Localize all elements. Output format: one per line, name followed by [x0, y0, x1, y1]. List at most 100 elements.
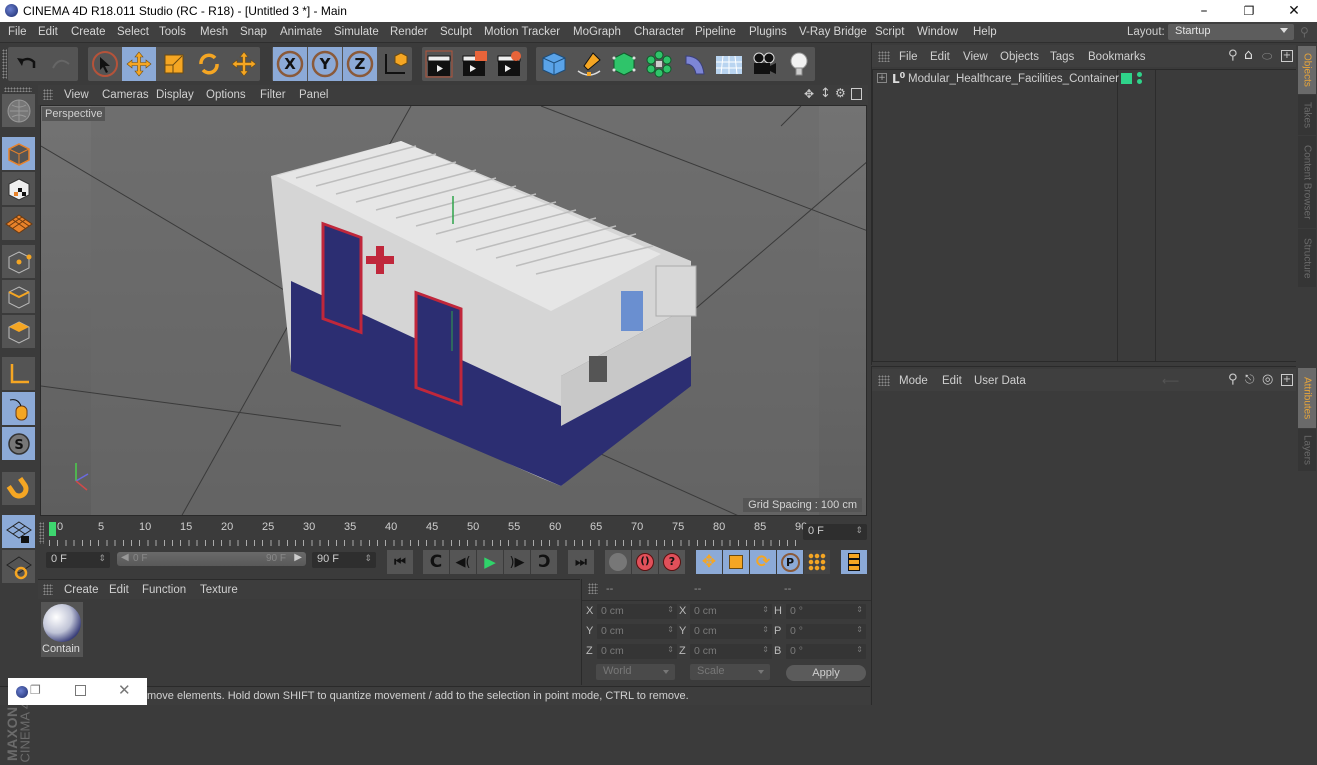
position-x-field[interactable]: 0 cm ⇕ — [597, 604, 677, 619]
panel-grip[interactable] — [878, 375, 890, 386]
go-to-next-keyframe-button[interactable]: C — [531, 550, 557, 574]
lock-icon[interactable]: ⎋ — [1245, 372, 1255, 387]
go-to-previous-frame-button[interactable]: ◀( — [450, 550, 476, 574]
menu-simulate[interactable]: Simulate — [334, 26, 379, 38]
coordinate-system-button[interactable] — [378, 47, 412, 81]
viewport-menu-display[interactable]: Display — [156, 89, 194, 101]
panel-grip[interactable] — [878, 51, 890, 62]
menu-edit[interactable]: Edit — [38, 26, 58, 38]
keyframe-selection-button[interactable]: ? — [659, 550, 685, 574]
size-y-field[interactable]: 0 cm ⇕ — [690, 624, 772, 639]
tab-attributes[interactable]: Attributes — [1298, 368, 1316, 428]
go-to-end-button[interactable]: ⏭ — [568, 550, 594, 574]
live-selection-button[interactable] — [88, 47, 122, 81]
menu-render[interactable]: Render — [390, 26, 428, 38]
redo-button[interactable] — [44, 47, 78, 81]
toolbar-grip[interactable] — [2, 49, 7, 79]
objects-menu-objects[interactable]: Objects — [1000, 51, 1039, 63]
menu-character[interactable]: Character — [634, 26, 685, 38]
range-left-arrow[interactable]: ◀ — [121, 552, 129, 563]
light-button[interactable] — [782, 47, 816, 81]
objects-menu-tags[interactable]: Tags — [1050, 51, 1074, 63]
rotate-tool-button[interactable] — [192, 47, 226, 81]
size-mode-select[interactable]: Scale — [690, 664, 770, 680]
position-y-field[interactable]: 0 cm ⇕ — [597, 624, 677, 639]
material-menu-texture[interactable]: Texture — [200, 584, 238, 596]
scale-key-button[interactable] — [723, 550, 749, 574]
cube-button[interactable] — [537, 47, 571, 81]
maximize-icon[interactable] — [75, 685, 86, 696]
attributes-menu-edit[interactable]: Edit — [942, 375, 962, 387]
rotation-h-field[interactable]: 0 ° ⇕ — [786, 604, 866, 619]
tab-layers[interactable]: Layers — [1298, 429, 1316, 471]
pan-view-icon[interactable]: ✥ — [804, 87, 814, 101]
menu-create[interactable]: Create — [71, 26, 106, 38]
material-item[interactable]: Contain — [41, 602, 83, 657]
home-icon[interactable]: ⌂ — [1244, 47, 1253, 63]
current-frame-field[interactable]: 0 F ⇕ — [803, 524, 867, 540]
search-icon[interactable]: ⚲ — [1300, 25, 1309, 39]
edges-mode-button[interactable] — [2, 280, 35, 313]
back-arrow-icon[interactable]: ⟵ — [1162, 374, 1179, 388]
menu-vray-bridge[interactable]: V-Ray Bridge — [799, 26, 867, 38]
layout-select[interactable]: Startup — [1168, 24, 1294, 40]
parameter-key-button[interactable]: P — [777, 550, 803, 574]
search-icon[interactable]: ⚲ — [1228, 48, 1238, 63]
start-frame-field[interactable]: 0 F ⇕ — [46, 552, 110, 568]
viewport-menu-panel[interactable]: Panel — [299, 89, 328, 101]
target-icon[interactable]: ◎ — [1262, 372, 1273, 387]
render-to-picture-viewer-button[interactable] — [457, 47, 491, 81]
snap-button[interactable] — [2, 472, 35, 505]
apply-button[interactable]: Apply — [786, 665, 866, 681]
attributes-menu-mode[interactable]: Mode — [899, 375, 928, 387]
menu-plugins[interactable]: Plugins — [749, 26, 787, 38]
go-to-next-frame-button[interactable]: )▶ — [504, 550, 530, 574]
rotation-p-field[interactable]: 0 ° ⇕ — [786, 624, 866, 639]
size-z-field[interactable]: 0 cm ⇕ — [690, 644, 772, 659]
panel-grip[interactable] — [43, 584, 53, 595]
toolbar-grip[interactable] — [4, 87, 32, 92]
layer-color-swatch[interactable] — [1121, 73, 1132, 84]
model-mode-button[interactable] — [2, 137, 35, 170]
tab-takes[interactable]: Takes — [1298, 95, 1316, 135]
go-to-previous-keyframe-button[interactable]: C — [423, 550, 449, 574]
tab-content-browser[interactable]: Content Browser — [1298, 136, 1316, 228]
objects-menu-bookmarks[interactable]: Bookmarks — [1088, 51, 1146, 63]
timeline-button[interactable] — [841, 550, 867, 574]
lock-x-button[interactable]: X — [273, 47, 307, 81]
floor-button[interactable] — [712, 47, 746, 81]
move-tool-button[interactable] — [122, 47, 156, 81]
search-icon[interactable]: ⚲ — [1228, 372, 1238, 387]
new-panel-icon[interactable]: + — [1281, 50, 1293, 62]
close-button[interactable]: ✕ — [1271, 0, 1317, 22]
menu-window[interactable]: Window — [917, 26, 958, 38]
new-panel-icon[interactable]: + — [1281, 374, 1293, 386]
playhead[interactable] — [49, 522, 56, 536]
material-menu-function[interactable]: Function — [142, 584, 186, 596]
texture-mode-button[interactable] — [2, 172, 35, 205]
bend-deformer-button[interactable] — [677, 47, 711, 81]
play-forwards-button[interactable]: ▶ — [477, 550, 503, 574]
render-visibility-dot[interactable] — [1137, 79, 1142, 84]
panel-grip[interactable] — [588, 583, 598, 594]
menu-script[interactable]: Script — [875, 26, 904, 38]
timeline-ruler[interactable]: 0 5 10 15 20 25 30 35 40 45 50 55 60 65 70 75 80 85 90 0 F… — [38, 518, 870, 548]
expand-icon[interactable]: + — [877, 73, 887, 83]
close-icon[interactable]: ✕ — [118, 681, 131, 699]
zoom-view-icon[interactable]: ↕ — [820, 86, 831, 101]
points-mode-button[interactable] — [2, 245, 35, 278]
restore-button[interactable]: ❐ — [1226, 0, 1272, 22]
lock-z-button[interactable]: Z — [343, 47, 377, 81]
viewport-menu-options[interactable]: Options — [206, 89, 246, 101]
coordinate-mode-select[interactable]: World — [596, 664, 675, 680]
lock-y-button[interactable]: Y — [308, 47, 342, 81]
frame-range-slider[interactable]: ◀ 0 F 90 F ▶ — [117, 552, 306, 566]
viewport-menu-cameras[interactable]: Cameras — [102, 89, 149, 101]
polygons-mode-button[interactable] — [2, 315, 35, 348]
scale-tool-button[interactable] — [157, 47, 191, 81]
make-editable-button[interactable] — [2, 94, 35, 127]
link-icon[interactable]: ⬭ — [1262, 49, 1272, 64]
workplane-mode-button[interactable] — [2, 207, 35, 240]
menu-pipeline[interactable]: Pipeline — [695, 26, 736, 38]
planar-workplane-button[interactable] — [2, 550, 35, 583]
